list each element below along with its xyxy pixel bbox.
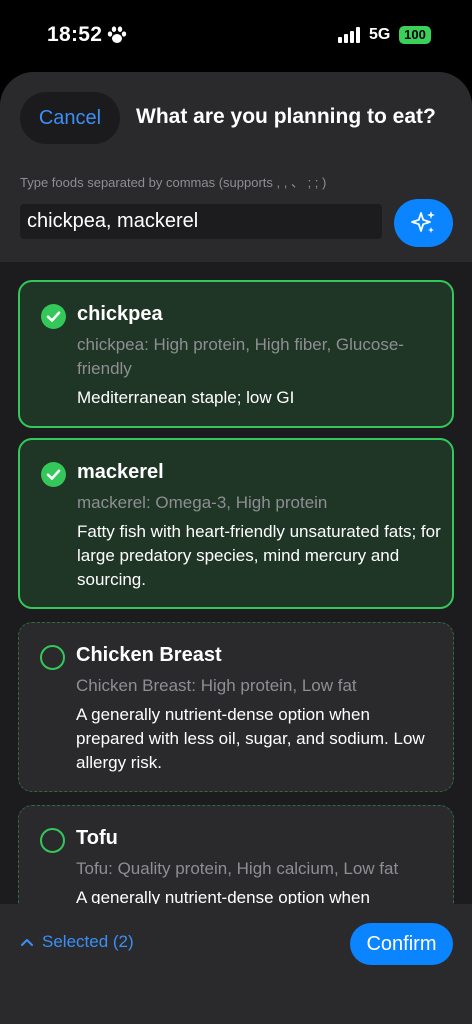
food-tags: Chicken Breast: High protein, Low fat <box>76 676 357 695</box>
food-list: chickpea chickpea: High protein, High fi… <box>0 262 472 904</box>
empty-circle-icon <box>40 828 65 853</box>
food-tags: mackerel: Omega-3, High protein <box>77 493 328 512</box>
food-card-chickpea[interactable]: chickpea chickpea: High protein, High fi… <box>18 280 454 428</box>
status-bar: 18:52 5G 100 <box>0 0 472 70</box>
food-tags: Tofu: Quality protein, High calcium, Low… <box>76 859 399 878</box>
food-description: A generally nutrient-dense option when p… <box>76 705 425 772</box>
cancel-button[interactable]: Cancel <box>20 92 120 144</box>
paw-icon <box>107 26 127 43</box>
food-description: A generally nutrient-dense option when <box>76 888 370 904</box>
food-card-mackerel[interactable]: mackerel mackerel: Omega-3, High protein… <box>18 438 454 609</box>
empty-circle-icon <box>40 645 65 670</box>
food-input[interactable] <box>20 204 382 239</box>
signal-icon <box>338 27 360 43</box>
battery-badge: 100 <box>399 26 431 44</box>
food-description: Fatty fish with heart-friendly unsaturat… <box>77 522 441 589</box>
confirm-button[interactable]: Confirm <box>350 923 453 965</box>
network-label: 5G <box>369 26 391 43</box>
food-name: chickpea <box>77 303 163 325</box>
magic-parse-button[interactable] <box>394 199 453 247</box>
status-time: 18:52 <box>47 23 103 46</box>
selected-count-label: Selected (2) <box>42 932 134 951</box>
sheet-title: What are you planning to eat? <box>136 105 436 128</box>
food-card-tofu[interactable]: Tofu Tofu: Quality protein, High calcium… <box>18 805 454 904</box>
food-tags: chickpea: High protein, High fiber, Gluc… <box>77 335 404 378</box>
food-picker-sheet: Cancel What are you planning to eat? Typ… <box>0 72 472 1024</box>
checkmark-icon <box>41 304 66 329</box>
sheet-header: Cancel What are you planning to eat? Typ… <box>0 72 472 262</box>
food-description: Mediterranean staple; low GI <box>77 388 295 407</box>
checkmark-icon <box>41 462 66 487</box>
food-name: mackerel <box>77 461 164 483</box>
food-name: Tofu <box>76 827 118 849</box>
sparkles-icon <box>410 211 435 233</box>
chevron-up-icon <box>21 939 33 946</box>
food-card-chicken-breast[interactable]: Chicken Breast Chicken Breast: High prot… <box>18 622 454 792</box>
food-name: Chicken Breast <box>76 644 222 666</box>
selected-toggle[interactable]: Selected (2) <box>20 932 134 952</box>
input-hint: Type foods separated by commas (supports… <box>20 175 327 190</box>
footer-bar: Selected (2) Confirm <box>0 904 472 1024</box>
